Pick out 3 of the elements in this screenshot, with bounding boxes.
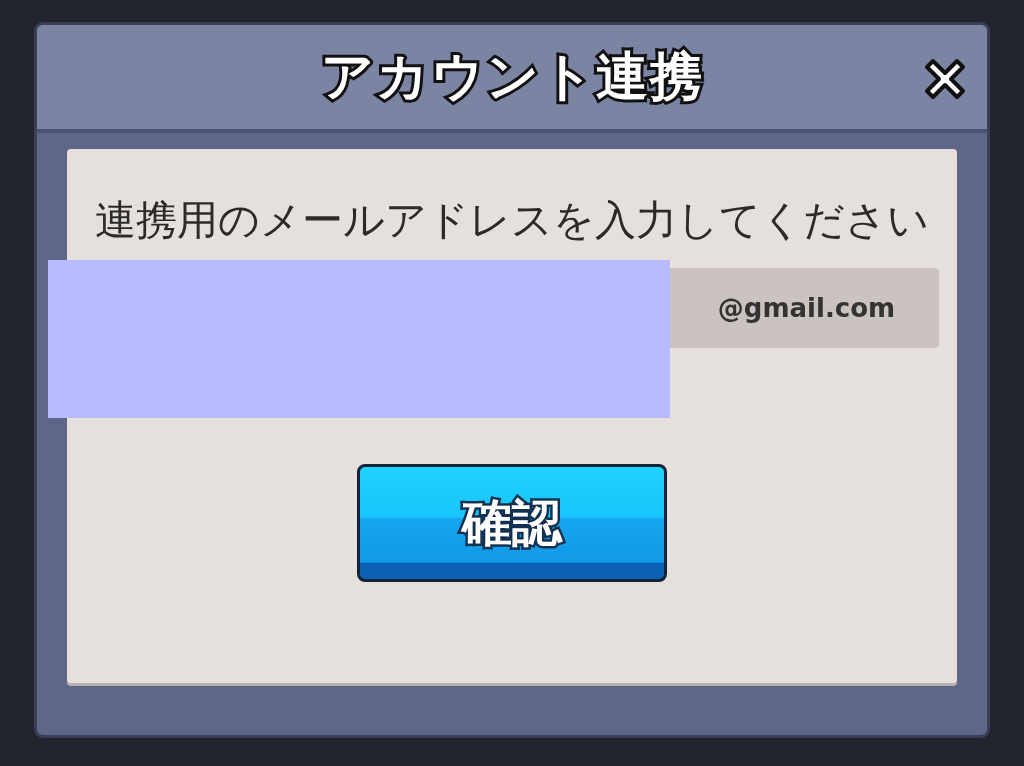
instruction-text: 連携用のメールアドレスを入力してください [95,195,929,246]
email-field[interactable]: @gmail.com [670,268,939,348]
dialog-title: アカウント連携 [320,45,704,108]
